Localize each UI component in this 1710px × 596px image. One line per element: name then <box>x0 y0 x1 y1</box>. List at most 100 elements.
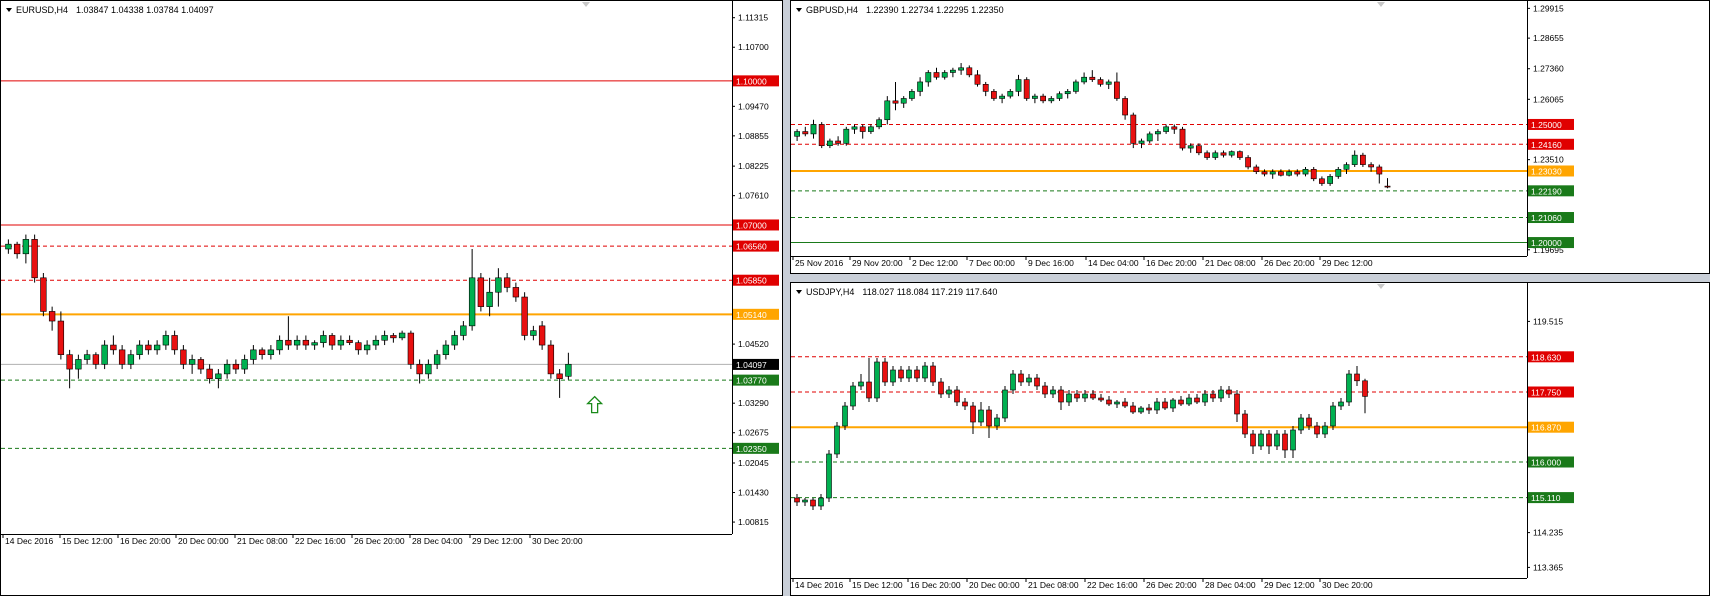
candle-body <box>1122 401 1128 407</box>
price-tick-label: 1.02045 <box>738 458 769 468</box>
candle-body <box>1258 433 1264 447</box>
candle-body <box>101 344 108 365</box>
candle-body <box>826 140 833 147</box>
candle-body <box>1098 397 1104 401</box>
candle-body <box>1154 401 1160 411</box>
candle-body <box>276 339 283 351</box>
candle-body <box>460 325 467 336</box>
candle-body <box>884 100 891 121</box>
candle-body <box>1212 152 1219 158</box>
price-tick-label: 114.235 <box>1533 528 1563 538</box>
candle-body <box>958 67 964 71</box>
candle-body <box>906 369 912 379</box>
candle-body <box>223 363 231 375</box>
time-tick-label: 15 Dec 12:00 <box>852 580 903 590</box>
candle-body <box>834 425 840 455</box>
candle-body <box>521 296 528 336</box>
candle-body <box>1302 169 1309 175</box>
candle-body <box>1359 154 1366 165</box>
candle-body <box>982 84 989 92</box>
candle-body <box>153 344 161 351</box>
time-tick-label: 22 Dec 16:00 <box>295 536 346 546</box>
candle-body <box>1186 397 1192 405</box>
chart-symbol-title: GBPUSD,H4 <box>806 5 858 15</box>
price-tick-label: 119.515 <box>1533 316 1563 326</box>
candle-body <box>843 128 850 144</box>
candle-body <box>1338 401 1344 407</box>
gbpusd-chart[interactable]: GBPUSD,H4 1.22390 1.22734 1.22295 1.22350… <box>790 0 1710 274</box>
eurusd-chart[interactable]: EURUSD,H4 1.03847 1.04338 1.03784 1.04097… <box>0 0 783 596</box>
candle-body <box>171 335 178 351</box>
candle-body <box>1298 417 1304 431</box>
candle-body <box>962 401 968 407</box>
time-tick-label: 21 Dec 08:00 <box>237 536 288 546</box>
panel-divider-vertical[interactable] <box>783 0 790 596</box>
candle-body <box>914 369 920 379</box>
candle-body <box>810 124 817 135</box>
candle-body <box>898 369 904 379</box>
time-tick-label: 26 Dec 20:00 <box>1146 580 1197 590</box>
candle-body <box>1097 79 1104 85</box>
time-tick-label: 2 Dec 12:00 <box>912 258 958 268</box>
candle-body <box>954 389 960 403</box>
candle-body <box>232 363 240 370</box>
candle-body <box>302 339 310 346</box>
candle-body <box>794 131 800 137</box>
candle-body <box>1042 385 1048 395</box>
candle-body <box>1226 389 1232 395</box>
candle-body <box>970 405 976 423</box>
level-price-label: 1.22190 <box>1531 186 1562 196</box>
time-tick-label: 14 Dec 2016 <box>795 580 843 590</box>
time-tick-label: 26 Dec 20:00 <box>354 536 405 546</box>
candle-body <box>930 365 936 383</box>
candle-body <box>1002 389 1008 419</box>
candle-body <box>206 368 213 379</box>
chart-frame <box>790 0 1710 274</box>
candle-body <box>13 243 21 255</box>
candle-body <box>40 277 47 312</box>
candle-body <box>1056 93 1063 99</box>
candle-body <box>372 339 380 346</box>
time-tick-label: 28 Dec 04:00 <box>1205 580 1256 590</box>
candle-body <box>75 359 82 370</box>
candle-body <box>1269 171 1276 175</box>
price-tick-label: 1.10700 <box>738 42 769 52</box>
candle-body <box>1050 389 1056 395</box>
candle-body <box>547 344 555 375</box>
panel-divider-horizontal[interactable] <box>790 274 1710 282</box>
candle-body <box>1354 373 1360 382</box>
candle-body <box>890 369 896 383</box>
level-price-label: 116.870 <box>1531 423 1561 433</box>
candle-body <box>876 119 882 128</box>
candle-body <box>933 72 940 78</box>
candle-body <box>986 409 992 427</box>
candle-body <box>1253 166 1260 172</box>
candle-body <box>1130 114 1137 144</box>
level-price-label: 1.05850 <box>736 276 767 286</box>
time-tick-label: 29 Dec 12:00 <box>1264 580 1315 590</box>
price-tick-label: 1.00815 <box>738 517 769 527</box>
price-tick-label: 1.08225 <box>738 161 769 171</box>
candle-body <box>1171 126 1178 130</box>
price-tick-label: 1.07610 <box>738 191 769 201</box>
ohlc-values: 118.027 118.084 117.219 117.640 <box>862 287 997 297</box>
level-price-label: 1.24160 <box>1531 140 1562 150</box>
time-tick-label: 28 Dec 04:00 <box>412 536 463 546</box>
candle-body <box>425 363 432 375</box>
candle-body <box>1274 433 1280 447</box>
candle-body <box>1163 126 1169 132</box>
candle-body <box>145 344 152 351</box>
candle-body <box>1346 373 1352 403</box>
candle-body <box>1026 377 1032 383</box>
candle-body <box>818 124 825 147</box>
candle-body <box>355 342 362 351</box>
price-tick-label: 1.04520 <box>738 339 769 349</box>
candle-body <box>22 239 30 255</box>
candle-body <box>398 332 406 339</box>
usdjpy-chart[interactable]: USDJPY,H4 118.027 118.084 117.219 117.640… <box>790 282 1710 596</box>
candle-body <box>1066 393 1072 403</box>
candle-body <box>1362 380 1368 397</box>
candle-body <box>966 67 973 76</box>
candle-body <box>1310 169 1317 180</box>
candle-body <box>127 354 135 365</box>
